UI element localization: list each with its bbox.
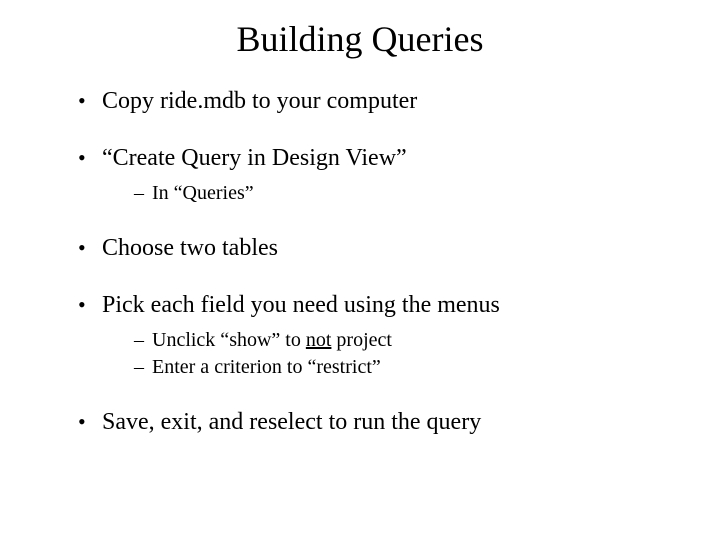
list-item: Choose two tables (78, 235, 670, 262)
list-item: Copy ride.mdb to your computer (78, 88, 670, 115)
sub-bullet-text: In “Queries” (152, 182, 254, 204)
list-item: Pick each field you need using the menus… (78, 292, 670, 379)
bullet-text: Choose two tables (102, 235, 278, 261)
sub-list: Unclick “show” to not project Enter a cr… (102, 329, 670, 379)
bullet-text: Copy ride.mdb to your computer (102, 88, 417, 114)
sub-list-item: Enter a criterion to “restrict” (134, 356, 670, 379)
sub-bullet-underlined: not (306, 329, 332, 351)
bullet-text: Save, exit, and reselect to run the quer… (102, 409, 481, 435)
bullet-text: Pick each field you need using the menus (102, 292, 500, 318)
bullet-text: “Create Query in Design View” (102, 145, 407, 171)
bullet-list: Copy ride.mdb to your computer “Create Q… (50, 88, 670, 436)
sub-bullet-text: Enter a criterion to “restrict” (152, 356, 381, 378)
slide-title: Building Queries (50, 18, 670, 60)
sub-bullet-prefix: Unclick “show” to (152, 329, 306, 351)
sub-list: In “Queries” (102, 182, 670, 205)
list-item: “Create Query in Design View” In “Querie… (78, 145, 670, 205)
list-item: Save, exit, and reselect to run the quer… (78, 409, 670, 436)
sub-list-item: Unclick “show” to not project (134, 329, 670, 352)
sub-list-item: In “Queries” (134, 182, 670, 205)
sub-bullet-suffix: project (331, 329, 392, 351)
